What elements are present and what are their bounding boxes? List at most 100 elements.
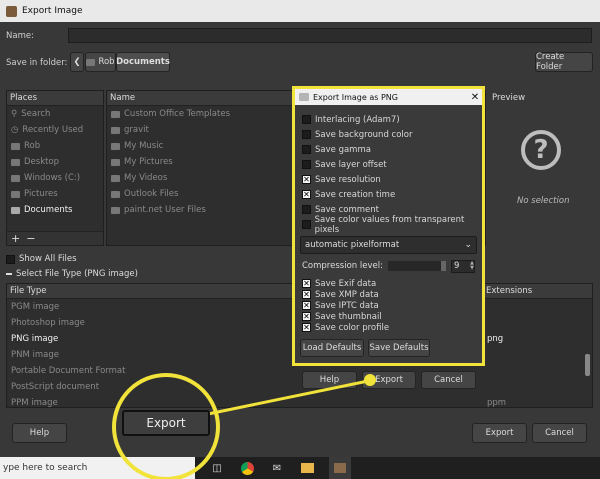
task-view-icon[interactable]: ◫ — [209, 460, 225, 476]
places-item-search[interactable]: ⚲ Search — [7, 106, 103, 122]
option-save-color-profile[interactable]: ✕ Save color profile — [295, 322, 482, 333]
option-save-layer-offset[interactable]: Save layer offset — [295, 157, 482, 172]
checkmark-icon: ✕ — [302, 323, 311, 332]
show-all-files-checkbox[interactable]: Show All Files — [6, 254, 77, 264]
places-item-rob[interactable]: Rob — [7, 138, 103, 154]
option-save-transparent-colors[interactable]: Save color values from transparent pixel… — [295, 214, 482, 235]
extensions-column-header[interactable]: Extensions — [486, 284, 532, 298]
folder-icon — [111, 126, 120, 134]
email-icon[interactable]: ✉ — [269, 460, 285, 476]
dialog-title: Export Image as PNG — [313, 92, 398, 102]
select-file-type-expander[interactable]: Select File Type (PNG image) — [6, 269, 138, 279]
places-item-desktop[interactable]: Desktop — [7, 154, 103, 170]
slider-handle[interactable] — [440, 261, 446, 271]
file-name: paint.net User Files — [124, 205, 206, 215]
places-item-pictures[interactable]: Pictures — [7, 186, 103, 202]
add-bookmark-button[interactable]: + — [11, 232, 20, 245]
windows-taskbar: ype here to search ◫ ✉ — [0, 457, 600, 479]
option-interlacing[interactable]: Interlacing (Adam7) — [295, 112, 482, 127]
dialog-export-label: Export — [375, 375, 403, 385]
chrome-icon[interactable] — [239, 460, 255, 476]
gimp-taskbar-icon[interactable] — [329, 457, 351, 479]
table-scrollbar[interactable] — [585, 354, 590, 376]
name-input[interactable] — [68, 28, 592, 43]
option-label: Save layer offset — [315, 159, 387, 170]
question-icon: ? — [521, 130, 561, 170]
option-save-gamma[interactable]: Save gamma — [295, 142, 482, 157]
chevron-left-icon: ❮ — [73, 57, 81, 67]
folder-icon — [11, 158, 20, 166]
folder-icon — [86, 58, 96, 66]
dialog-titlebar: Export Image as PNG ✕ — [295, 89, 482, 105]
places-item-documents[interactable]: Documents — [7, 202, 103, 218]
file-type-row[interactable]: PostScript document — [7, 379, 592, 395]
drive-icon — [11, 174, 20, 182]
option-label: Save creation time — [315, 189, 396, 200]
places-item-label: Documents — [24, 205, 73, 215]
places-item-label: Desktop — [24, 157, 60, 167]
checkbox-box — [302, 145, 311, 154]
dialog-help-button[interactable]: Help — [302, 371, 357, 389]
checkbox-box — [302, 205, 311, 214]
crumb-rob[interactable]: Rob — [85, 52, 116, 72]
folder-icon — [111, 174, 120, 182]
checkmark-icon: ✕ — [302, 190, 311, 199]
option-save-creation-time[interactable]: ✕ Save creation time — [295, 187, 482, 202]
export-button[interactable]: Export — [472, 423, 527, 443]
places-item-label: Pictures — [24, 189, 58, 199]
compression-value-field[interactable]: 9 ▲ ▼ — [450, 259, 475, 273]
checkbox-box — [302, 160, 311, 169]
file-type-row[interactable]: PPM image ppm — [7, 395, 592, 411]
option-save-background-color[interactable]: Save background color — [295, 127, 482, 142]
dialog-cancel-label: Cancel — [434, 375, 463, 385]
gimp-app-icon — [299, 93, 309, 101]
file-explorer-icon[interactable] — [299, 460, 315, 476]
option-save-xmp[interactable]: ✕ Save XMP data — [295, 289, 482, 300]
crumb-rob-label: Rob — [98, 57, 115, 67]
places-item-recent[interactable]: ◷ Recently Used — [7, 122, 103, 138]
option-save-resolution[interactable]: ✕ Save resolution — [295, 172, 482, 187]
breadcrumb-back-button[interactable]: ❮ — [70, 52, 84, 72]
preview-pane: Preview ? No selection — [489, 90, 593, 246]
cancel-button[interactable]: Cancel — [532, 423, 587, 443]
crumb-documents-label: Documents — [116, 57, 170, 67]
places-pane: Places ⚲ Search ◷ Recently Used Rob Deskto… — [6, 90, 104, 246]
file-name: My Pictures — [124, 157, 173, 167]
option-save-thumbnail[interactable]: ✕ Save thumbnail — [295, 311, 482, 322]
places-item-label: Search — [21, 109, 51, 119]
remove-bookmark-button[interactable]: − — [26, 232, 35, 245]
folder-icon — [11, 142, 20, 150]
load-defaults-button[interactable]: Load Defaults — [300, 339, 364, 357]
close-icon[interactable]: ✕ — [468, 92, 482, 103]
pixelformat-dropdown[interactable]: automatic pixelformat ⌄ — [300, 236, 477, 254]
spinner-arrows-icon[interactable]: ▲ ▼ — [470, 261, 474, 271]
crumb-documents[interactable]: Documents — [116, 52, 170, 72]
save-defaults-button[interactable]: Save Defaults — [368, 339, 430, 357]
compression-slider[interactable] — [387, 261, 446, 271]
folder-icon — [111, 206, 120, 214]
create-folder-label: Create Folder — [536, 52, 565, 72]
places-item-windows[interactable]: Windows (C:) — [7, 170, 103, 186]
checkbox-box — [302, 220, 311, 229]
option-save-iptc[interactable]: ✕ Save IPTC data — [295, 300, 482, 311]
dialog-cancel-button[interactable]: Cancel — [421, 371, 476, 389]
option-label: Save gamma — [315, 144, 371, 155]
help-label: Help — [29, 428, 50, 438]
collapse-icon — [6, 273, 12, 275]
file-name: My Videos — [124, 173, 168, 183]
save-defaults-label: Save Defaults — [369, 343, 429, 353]
option-label: Save comment — [315, 204, 379, 215]
gimp-app-icon — [6, 5, 17, 17]
chevron-down-icon: ⌄ — [464, 240, 472, 250]
pixelformat-value: automatic pixelformat — [305, 240, 400, 250]
file-type-ext: ppm — [487, 398, 507, 408]
option-label: Save color values from transparent pixel… — [314, 214, 465, 235]
file-name: Custom Office Templates — [124, 109, 230, 119]
places-item-label: Recently Used — [22, 125, 84, 135]
callout-dot — [364, 374, 376, 386]
save-in-folder-label: Save in folder: — [6, 58, 68, 68]
create-folder-button[interactable]: Create Folder — [535, 52, 593, 72]
places-toolbar: + − — [7, 231, 103, 245]
option-save-exif[interactable]: ✕ Save Exif data — [295, 278, 482, 289]
help-button[interactable]: Help — [12, 423, 67, 443]
